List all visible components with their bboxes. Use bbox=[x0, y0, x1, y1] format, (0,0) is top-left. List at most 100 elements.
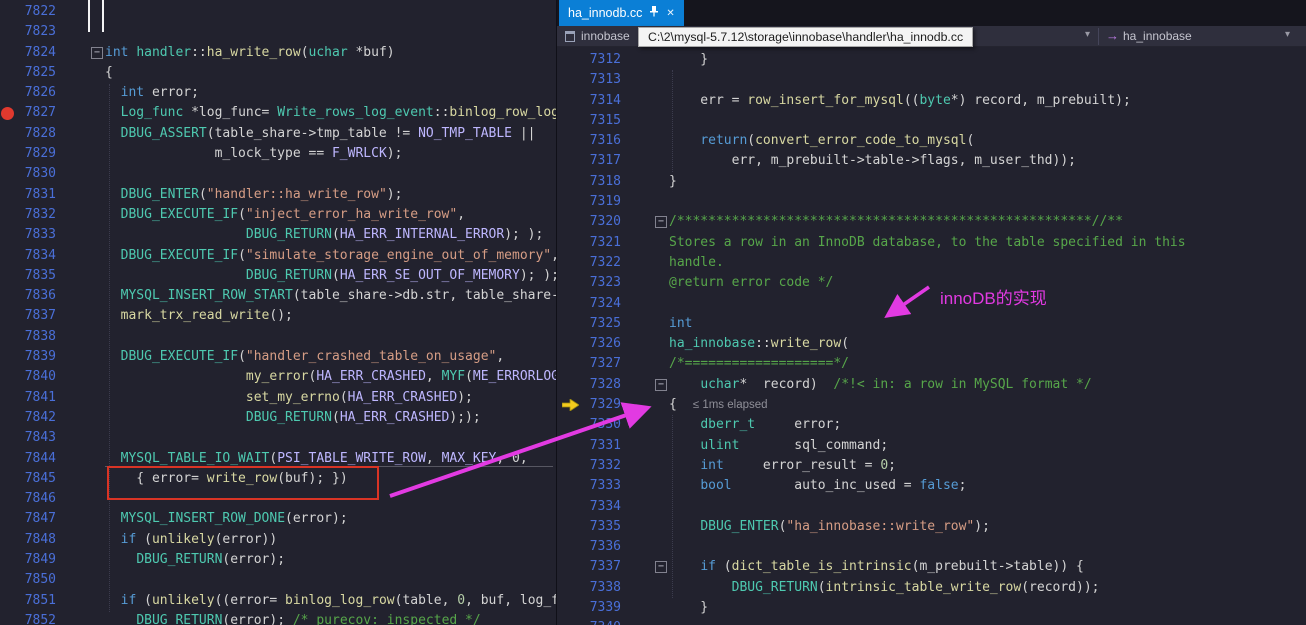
gutter-indicator-margin[interactable] bbox=[0, 286, 18, 306]
code-line[interactable]: 7849 DBUG_RETURN(error); bbox=[0, 550, 556, 570]
gutter-indicator-margin[interactable] bbox=[557, 50, 583, 70]
gutter-indicator-margin[interactable] bbox=[557, 497, 583, 517]
code-line[interactable]: 7839 DBUG_EXECUTE_IF("handler_crashed_ta… bbox=[0, 347, 556, 367]
code-line[interactable]: 7321 Stores a row in an InnoDB database, … bbox=[557, 233, 1306, 253]
code-line[interactable]: 7316 return(convert_error_code_to_mysql( bbox=[557, 131, 1306, 151]
fold-marker[interactable]: − bbox=[655, 216, 667, 229]
gutter-indicator-margin[interactable] bbox=[0, 509, 18, 529]
code-text[interactable]: /***************************************… bbox=[669, 212, 1123, 232]
gutter-indicator-margin[interactable] bbox=[557, 91, 583, 111]
code-text[interactable]: DBUG_RETURN(HA_ERR_CRASHED);); bbox=[105, 408, 481, 428]
code-text[interactable]: my_error(HA_ERR_CRASHED, MYF(ME_ERRORLOG… bbox=[105, 367, 556, 387]
code-line[interactable]: 7823 bbox=[0, 22, 556, 42]
code-line[interactable]: 7322 handle. bbox=[557, 253, 1306, 273]
code-text[interactable]: DBUG_RETURN(intrinsic_table_write_row(re… bbox=[669, 578, 1100, 598]
gutter-indicator-margin[interactable] bbox=[557, 253, 583, 273]
gutter-indicator-margin[interactable] bbox=[0, 428, 18, 448]
code-line[interactable]: 7848 if (unlikely(error)) bbox=[0, 530, 556, 550]
code-line[interactable]: 7338 DBUG_RETURN(intrinsic_table_write_r… bbox=[557, 578, 1306, 598]
code-line[interactable]: 7327 /*===================*/ bbox=[557, 354, 1306, 374]
gutter-indicator-margin[interactable] bbox=[557, 517, 583, 537]
code-text[interactable]: int error_result = 0; bbox=[669, 456, 896, 476]
gutter-indicator-margin[interactable] bbox=[0, 103, 18, 123]
code-text[interactable]: handle. bbox=[669, 253, 724, 273]
gutter-indicator-margin[interactable] bbox=[0, 2, 18, 22]
code-text[interactable]: } bbox=[669, 172, 677, 192]
code-line[interactable]: 7330 dberr_t error; bbox=[557, 415, 1306, 435]
code-line[interactable]: 7827 Log_func *log_func= Write_rows_log_… bbox=[0, 103, 556, 123]
code-line[interactable]: 7835 DBUG_RETURN(HA_ERR_SE_OUT_OF_MEMORY… bbox=[0, 266, 556, 286]
gutter-indicator-margin[interactable] bbox=[557, 192, 583, 212]
code-line[interactable]: 7824 − int handler::ha_write_row(uchar *bu… bbox=[0, 43, 556, 63]
gutter-indicator-margin[interactable] bbox=[557, 131, 583, 151]
code-line[interactable]: 7825 { bbox=[0, 63, 556, 83]
gutter-indicator-margin[interactable] bbox=[557, 273, 583, 293]
code-text[interactable]: int bbox=[669, 314, 692, 334]
code-text[interactable]: if (dict_table_is_intrinsic(m_prebuilt->… bbox=[669, 557, 1084, 577]
close-icon[interactable]: ✕ bbox=[666, 8, 674, 19]
code-line[interactable]: 7333 bool auto_inc_used = false; bbox=[557, 476, 1306, 496]
code-text[interactable]: ha_innobase::write_row( bbox=[669, 334, 849, 354]
code-text[interactable]: if (unlikely(error)) bbox=[105, 530, 278, 550]
code-line[interactable]: 7320 −/**********************************… bbox=[557, 212, 1306, 232]
gutter-indicator-margin[interactable] bbox=[557, 354, 583, 374]
code-text[interactable]: DBUG_RETURN(HA_ERR_INTERNAL_ERROR); ); bbox=[105, 225, 543, 245]
gutter-indicator-margin[interactable] bbox=[0, 185, 18, 205]
code-line[interactable]: 7822 bbox=[0, 2, 556, 22]
code-text[interactable]: err, m_prebuilt->table->flags, m_user_th… bbox=[669, 151, 1076, 171]
gutter-indicator-margin[interactable] bbox=[0, 124, 18, 144]
fold-marker[interactable]: − bbox=[91, 46, 103, 59]
code-line[interactable]: 7335 DBUG_ENTER("ha_innobase::write_row"… bbox=[557, 517, 1306, 537]
tab-ha-innodb[interactable]: ha_innodb.cc ✕ bbox=[559, 0, 684, 26]
code-text[interactable]: DBUG_RETURN(error); /* purecov: inspecte… bbox=[105, 611, 480, 625]
gutter-indicator-margin[interactable] bbox=[557, 334, 583, 354]
code-line[interactable]: 7324 bbox=[557, 294, 1306, 314]
code-line[interactable]: 7840 my_error(HA_ERR_CRASHED, MYF(ME_ERR… bbox=[0, 367, 556, 387]
gutter-indicator-margin[interactable] bbox=[557, 436, 583, 456]
code-text[interactable]: err = row_insert_for_mysql((byte*) recor… bbox=[669, 91, 1131, 111]
gutter-indicator-margin[interactable] bbox=[0, 43, 18, 63]
gutter-indicator-margin[interactable] bbox=[557, 375, 583, 395]
code-text[interactable]: DBUG_EXECUTE_IF("handler_crashed_table_o… bbox=[105, 347, 505, 367]
gutter-indicator-margin[interactable] bbox=[0, 570, 18, 590]
member-dropdown[interactable]: ha_innobase bbox=[1123, 29, 1192, 43]
gutter-indicator-margin[interactable] bbox=[0, 347, 18, 367]
code-line[interactable]: 7836 MYSQL_INSERT_ROW_START(table_share-… bbox=[0, 286, 556, 306]
code-text[interactable]: MYSQL_INSERT_ROW_DONE(error); bbox=[105, 509, 348, 529]
perf-tip[interactable]: ≤ 1ms elapsed bbox=[693, 399, 768, 411]
fold-marker[interactable]: − bbox=[655, 561, 667, 574]
gutter-indicator-margin[interactable] bbox=[0, 388, 18, 408]
code-line[interactable]: 7315 bbox=[557, 111, 1306, 131]
code-text[interactable]: m_lock_type == F_WRLCK); bbox=[105, 144, 403, 164]
code-line[interactable]: 7332 int error_result = 0; bbox=[557, 456, 1306, 476]
code-text[interactable]: int handler::ha_write_row(uchar *buf) bbox=[105, 43, 395, 63]
code-text[interactable]: DBUG_ASSERT(table_share->tmp_table != NO… bbox=[105, 124, 536, 144]
code-text[interactable]: Log_func *log_func= Write_rows_log_event… bbox=[105, 103, 556, 123]
gutter-indicator-margin[interactable] bbox=[557, 476, 583, 496]
gutter-indicator-margin[interactable] bbox=[0, 408, 18, 428]
code-text[interactable]: /*===================*/ bbox=[669, 354, 849, 374]
gutter-indicator-margin[interactable] bbox=[557, 578, 583, 598]
gutter-indicator-margin[interactable] bbox=[0, 164, 18, 184]
gutter-indicator-margin[interactable] bbox=[557, 233, 583, 253]
gutter-indicator-margin[interactable] bbox=[0, 22, 18, 42]
code-line[interactable]: 7319 bbox=[557, 192, 1306, 212]
code-line[interactable]: 7831 DBUG_ENTER("handler::ha_write_row")… bbox=[0, 185, 556, 205]
code-line[interactable]: 7312 } bbox=[557, 50, 1306, 70]
code-text[interactable]: Stores a row in an InnoDB database, to t… bbox=[669, 233, 1186, 253]
gutter-indicator-margin[interactable] bbox=[0, 225, 18, 245]
code-text[interactable]: uchar* record) /*!< in: a row in MySQL f… bbox=[669, 375, 1091, 395]
gutter-indicator-margin[interactable] bbox=[557, 415, 583, 435]
gutter-indicator-margin[interactable] bbox=[0, 530, 18, 550]
left-code-area[interactable]: 7822 7823 7824 − int handler::ha_write_row(u… bbox=[0, 0, 556, 625]
code-text[interactable]: if (unlikely((error= binlog_log_row(tabl… bbox=[105, 591, 556, 611]
code-line[interactable]: 7851 if (unlikely((error= binlog_log_row… bbox=[0, 591, 556, 611]
gutter-indicator-margin[interactable] bbox=[557, 294, 583, 314]
code-line[interactable]: 7337 − if (dict_table_is_intrinsic(m_preb… bbox=[557, 557, 1306, 577]
gutter-indicator-margin[interactable] bbox=[0, 63, 18, 83]
code-line[interactable]: 7850 bbox=[0, 570, 556, 590]
gutter-indicator-margin[interactable] bbox=[0, 306, 18, 326]
pin-icon[interactable] bbox=[649, 6, 659, 20]
code-text[interactable]: DBUG_RETURN(error); bbox=[105, 550, 285, 570]
gutter-indicator-margin[interactable] bbox=[557, 172, 583, 192]
